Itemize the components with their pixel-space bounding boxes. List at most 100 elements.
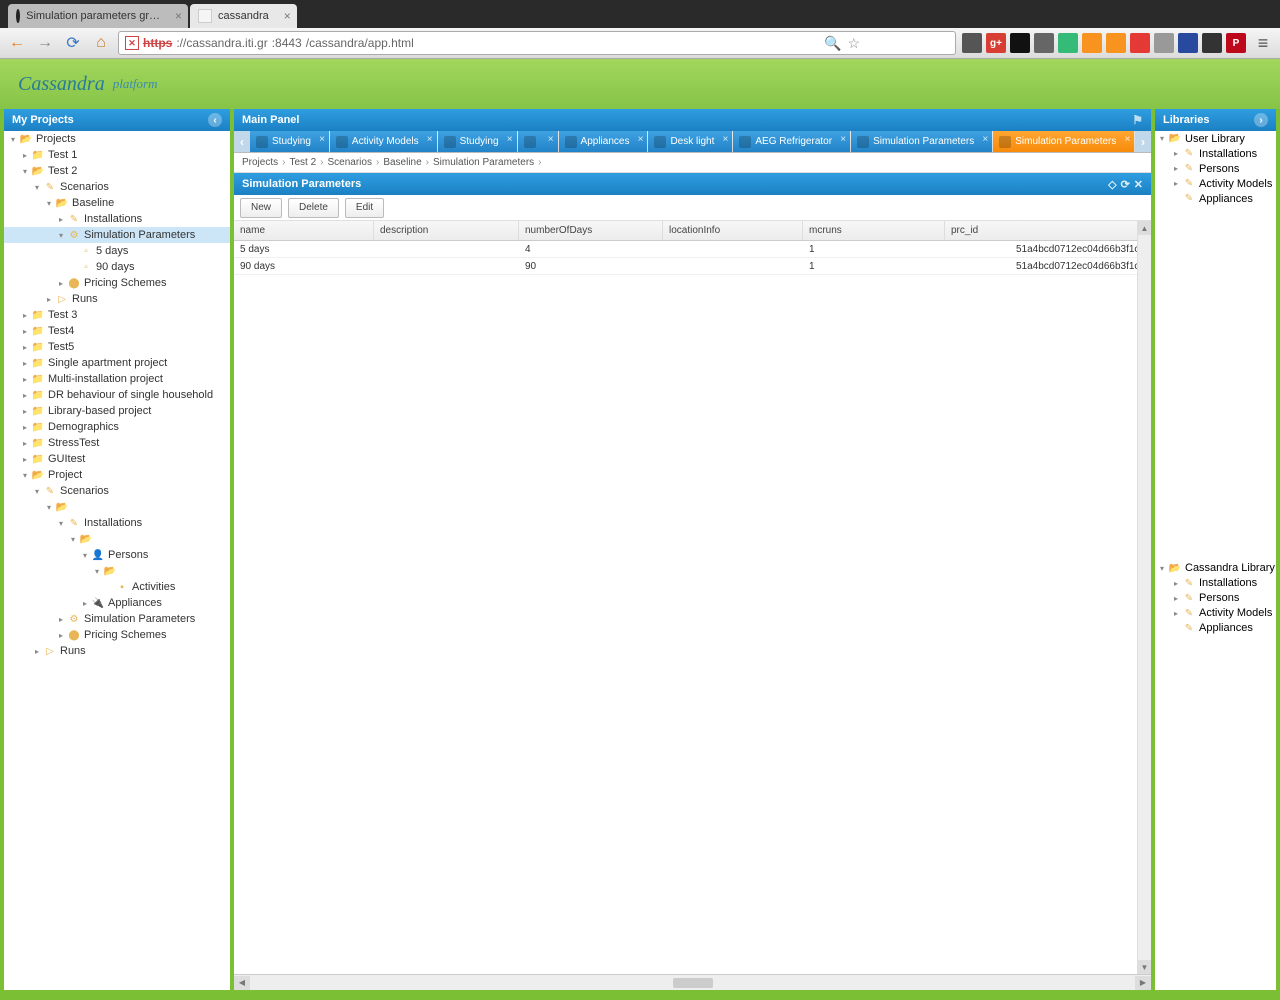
expand-icon[interactable]: ▸	[20, 311, 30, 320]
close-icon[interactable]: ×	[175, 9, 182, 23]
expand-icon[interactable]: ▸	[1171, 164, 1181, 173]
menu-button[interactable]: ≡	[1252, 33, 1274, 54]
column-header[interactable]: numberOfDays	[519, 221, 663, 240]
flag-icon[interactable]: ⚑	[1132, 113, 1143, 127]
tree-node[interactable]: ▸📁Test 1	[4, 147, 230, 163]
tree-node[interactable]: ▾📂Test 2	[4, 163, 230, 179]
doc-tab[interactable]: Simulation Parameters×	[993, 131, 1134, 152]
doc-tab[interactable]: Simulation Parameters×	[851, 131, 992, 152]
tree-node[interactable]: ▸📁Test5	[4, 339, 230, 355]
tree-node[interactable]: ▸📁Test4	[4, 323, 230, 339]
delete-button[interactable]: Delete	[288, 198, 339, 218]
expand-icon[interactable]: ▸	[20, 151, 30, 160]
expand-icon[interactable]: ▸	[20, 391, 30, 400]
new-button[interactable]: New	[240, 198, 282, 218]
tree-node[interactable]: ▸📁Test 3	[4, 307, 230, 323]
edit-button[interactable]: Edit	[345, 198, 384, 218]
expand-icon[interactable]: ▾	[1157, 134, 1167, 143]
tree-node[interactable]: ▾📂Project	[4, 467, 230, 483]
extension-icon[interactable]	[1202, 33, 1222, 53]
extension-icon[interactable]: P	[1226, 33, 1246, 53]
scroll-right-icon[interactable]: ▶	[1135, 976, 1151, 990]
doc-tab[interactable]: Desk light×	[648, 131, 732, 152]
extension-icon[interactable]	[1106, 33, 1126, 53]
tree-node[interactable]: ▫5 days	[4, 243, 230, 259]
column-header[interactable]: description	[374, 221, 519, 240]
cassandra-library-tree[interactable]: ▾📂Cassandra Library▸✎Installations▸✎Pers…	[1155, 561, 1276, 991]
doc-tab[interactable]: AEG Refrigerator×	[733, 131, 850, 152]
close-icon[interactable]: ×	[840, 134, 846, 145]
tree-node[interactable]: ▸⬤Pricing Schemes	[4, 275, 230, 291]
doc-tab[interactable]: Studying×	[438, 131, 517, 152]
tree-node[interactable]: ▸📁DR behaviour of single household	[4, 387, 230, 403]
expand-icon[interactable]: ▾	[92, 567, 102, 576]
breadcrumb-item[interactable]: Projects	[242, 157, 278, 168]
column-header[interactable]: name	[234, 221, 374, 240]
close-icon[interactable]: ×	[284, 9, 291, 23]
library-item[interactable]: ▸✎Persons	[1155, 161, 1276, 176]
expand-icon[interactable]: ▸	[1171, 594, 1181, 603]
expand-icon[interactable]: ▾	[8, 135, 18, 144]
expand-icon[interactable]: ▸	[20, 375, 30, 384]
back-button[interactable]: ←	[6, 32, 28, 54]
tree-node[interactable]: ▸🔌Appliances	[4, 595, 230, 611]
expand-icon[interactable]: ▸	[44, 295, 54, 304]
extension-icon[interactable]	[962, 33, 982, 53]
scroll-left-icon[interactable]: ◀	[234, 976, 250, 990]
column-header[interactable]: locationInfo	[663, 221, 803, 240]
tree-node[interactable]: ▾✎Scenarios	[4, 483, 230, 499]
doc-tab[interactable]: ×	[518, 131, 558, 152]
tree-node[interactable]: ▸📁Single apartment project	[4, 355, 230, 371]
vertical-scrollbar[interactable]: ▲ ▼	[1137, 221, 1151, 974]
library-item[interactable]: ✎Appliances	[1155, 621, 1276, 636]
expand-icon[interactable]: ▾	[32, 487, 42, 496]
tree-node[interactable]: ▾📂	[4, 531, 230, 547]
breadcrumb-item[interactable]: Simulation Parameters	[433, 157, 534, 168]
close-icon[interactable]: ×	[1125, 134, 1131, 145]
tree-node[interactable]: ▸✎Installations	[4, 211, 230, 227]
expand-icon[interactable]: ▸	[1171, 609, 1181, 618]
collapse-icon[interactable]: ‹	[208, 113, 222, 127]
collapse-icon[interactable]: ›	[1254, 113, 1268, 127]
extension-icon[interactable]	[1010, 33, 1030, 53]
tree-node[interactable]: ▾✎Scenarios	[4, 179, 230, 195]
filter-icon[interactable]: ◇	[1108, 178, 1116, 191]
library-root[interactable]: ▾📂Cassandra Library	[1155, 561, 1276, 576]
close-icon[interactable]: ×	[507, 134, 513, 145]
tree-node[interactable]: ▸▷Runs	[4, 291, 230, 307]
expand-icon[interactable]: ▸	[56, 615, 66, 624]
close-icon[interactable]: ×	[723, 134, 729, 145]
close-icon[interactable]: ×	[982, 134, 988, 145]
expand-icon[interactable]: ▾	[80, 551, 90, 560]
zoom-icon[interactable]: 🔍	[824, 35, 841, 52]
projects-tree[interactable]: ▾📂Projects▸📁Test 1▾📂Test 2▾✎Scenarios▾📂B…	[4, 131, 230, 990]
expand-icon[interactable]: ▾	[1157, 564, 1167, 573]
horizontal-scrollbar[interactable]: ◀ ▶	[234, 974, 1151, 990]
extension-icon[interactable]	[1034, 33, 1054, 53]
reload-button[interactable]: ⟳	[62, 32, 84, 54]
tree-node[interactable]: ▸📁GUItest	[4, 451, 230, 467]
grid-body[interactable]: 5 days4151a4bcd0712ec04d66b3f1ce90 days9…	[234, 241, 1151, 974]
extension-icon[interactable]	[1058, 33, 1078, 53]
tree-node[interactable]: ▸⚙Simulation Parameters	[4, 611, 230, 627]
table-row[interactable]: 90 days90151a4bcd0712ec04d66b3f1ce	[234, 258, 1151, 275]
bookmark-icon[interactable]: ☆	[847, 35, 860, 52]
tab-scroll-left[interactable]: ‹	[234, 131, 250, 152]
expand-icon[interactable]: ▸	[1171, 179, 1181, 188]
library-root[interactable]: ▾📂User Library	[1155, 131, 1276, 146]
breadcrumb-item[interactable]: Test 2	[289, 157, 316, 168]
breadcrumb-item[interactable]: Baseline	[383, 157, 421, 168]
expand-icon[interactable]: ▸	[56, 279, 66, 288]
tree-node[interactable]: ▸📁Demographics	[4, 419, 230, 435]
tree-node[interactable]: ▾📂Projects	[4, 131, 230, 147]
extension-icon[interactable]	[1082, 33, 1102, 53]
expand-icon[interactable]: ▸	[20, 423, 30, 432]
tree-node[interactable]: ▸⬤Pricing Schemes	[4, 627, 230, 643]
expand-icon[interactable]: ▸	[56, 215, 66, 224]
extension-icon[interactable]: g+	[986, 33, 1006, 53]
extension-icon[interactable]	[1178, 33, 1198, 53]
scroll-down-icon[interactable]: ▼	[1138, 960, 1151, 974]
tree-node[interactable]: ▾👤Persons	[4, 547, 230, 563]
tree-node[interactable]: ▾⚙Simulation Parameters	[4, 227, 230, 243]
expand-icon[interactable]: ▸	[1171, 579, 1181, 588]
